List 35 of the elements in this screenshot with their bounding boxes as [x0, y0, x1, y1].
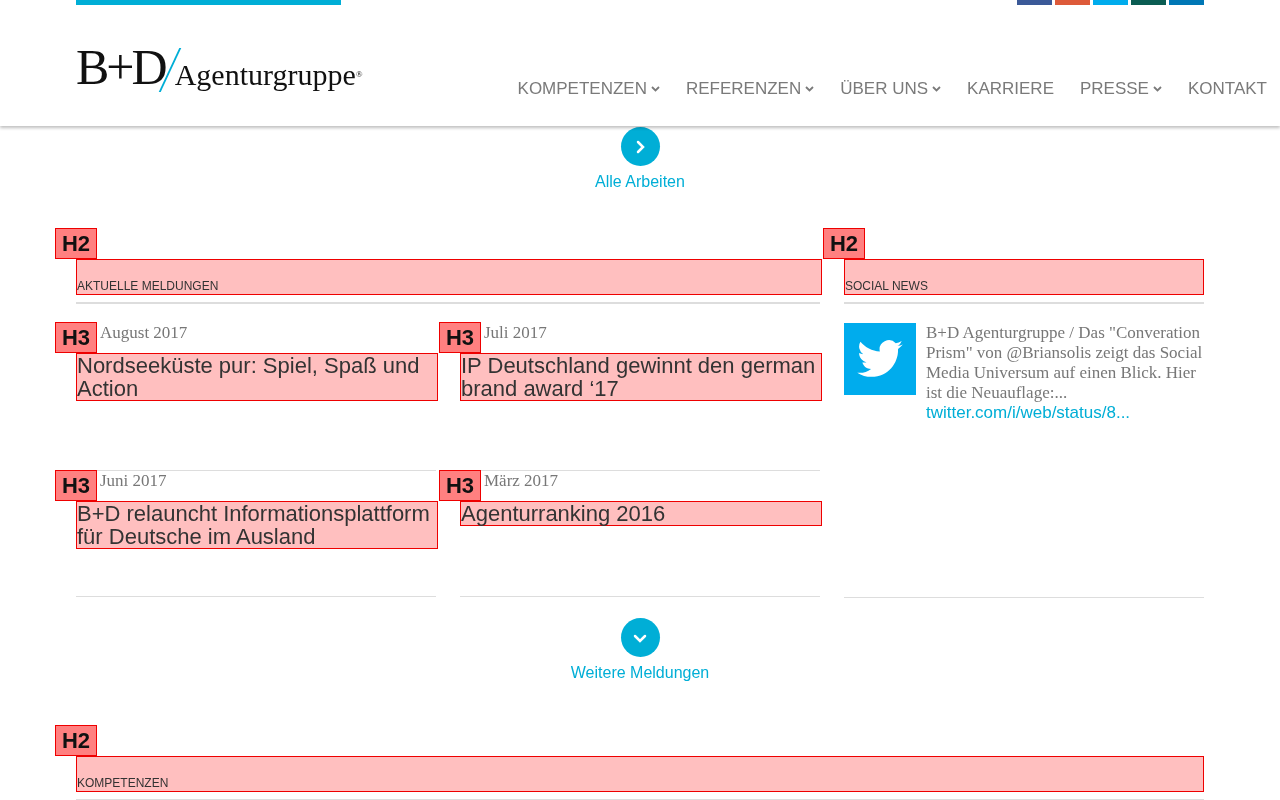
social-link[interactable] [1093, 0, 1128, 5]
section-heading: AKTUELLE MELDUNGEN [76, 259, 822, 295]
logo-mark[interactable]: B+D [76, 42, 165, 92]
more-link[interactable]: Alle Arbeiten [595, 170, 685, 194]
social-link[interactable] [1131, 0, 1166, 5]
heading-level-tag: H3 [55, 322, 97, 353]
registered-mark: ® [355, 69, 363, 79]
nav-link[interactable]: REFERENZEN [685, 76, 815, 102]
heading-level-tag: H3 [439, 470, 481, 501]
heading-level-tag: H2 [55, 725, 97, 756]
nav-link[interactable]: KONTAKT [1187, 76, 1267, 102]
tweet-link[interactable]: twitter.com/i/web/status/8... [926, 403, 1131, 422]
section-heading: SOCIAL NEWS [844, 259, 1204, 295]
heading-level-tag: H3 [439, 322, 481, 353]
news-title[interactable]: B+D relauncht Informationsplattform für Deutsche im Ausland [76, 501, 438, 549]
expand-button[interactable] [620, 618, 660, 657]
more-link[interactable]: Weitere Meldungen [570, 661, 710, 685]
tweet-text: B+D Agenturgruppe / Das "Converation Prism" von @Briansolis zeigt das Social Media Universum auf einen Blick. Hier ist die Neuauflage:... twitter.com/i/web/status/8... [926, 323, 1204, 423]
heading-level-tag: H3 [55, 470, 97, 501]
social-link[interactable] [1169, 0, 1204, 5]
news-title[interactable]: IP Deutschland gewinnt den german brand award ‘17 [460, 353, 822, 401]
next-button[interactable] [620, 127, 660, 166]
news-title[interactable]: Nordseeküste pur: Spiel, Spaß und Action [76, 353, 438, 401]
heading-level-tag: H2 [823, 228, 865, 259]
nav-link[interactable]: ÜBER UNS [840, 76, 942, 102]
social-link[interactable] [1055, 0, 1090, 5]
twitter-icon [844, 323, 916, 395]
nav-link[interactable]: KOMPETENZEN [517, 76, 660, 102]
nav-link[interactable]: PRESSE [1080, 76, 1162, 102]
logo-name[interactable]: Agenturgruppe [174, 60, 356, 90]
social-link[interactable] [1017, 0, 1052, 5]
news-title[interactable]: Agenturranking 2016 [460, 501, 822, 526]
section-heading: KOMPETENZEN [76, 756, 1204, 792]
heading-level-tag: H2 [55, 228, 97, 259]
nav-link[interactable]: KARRIERE [967, 76, 1054, 102]
